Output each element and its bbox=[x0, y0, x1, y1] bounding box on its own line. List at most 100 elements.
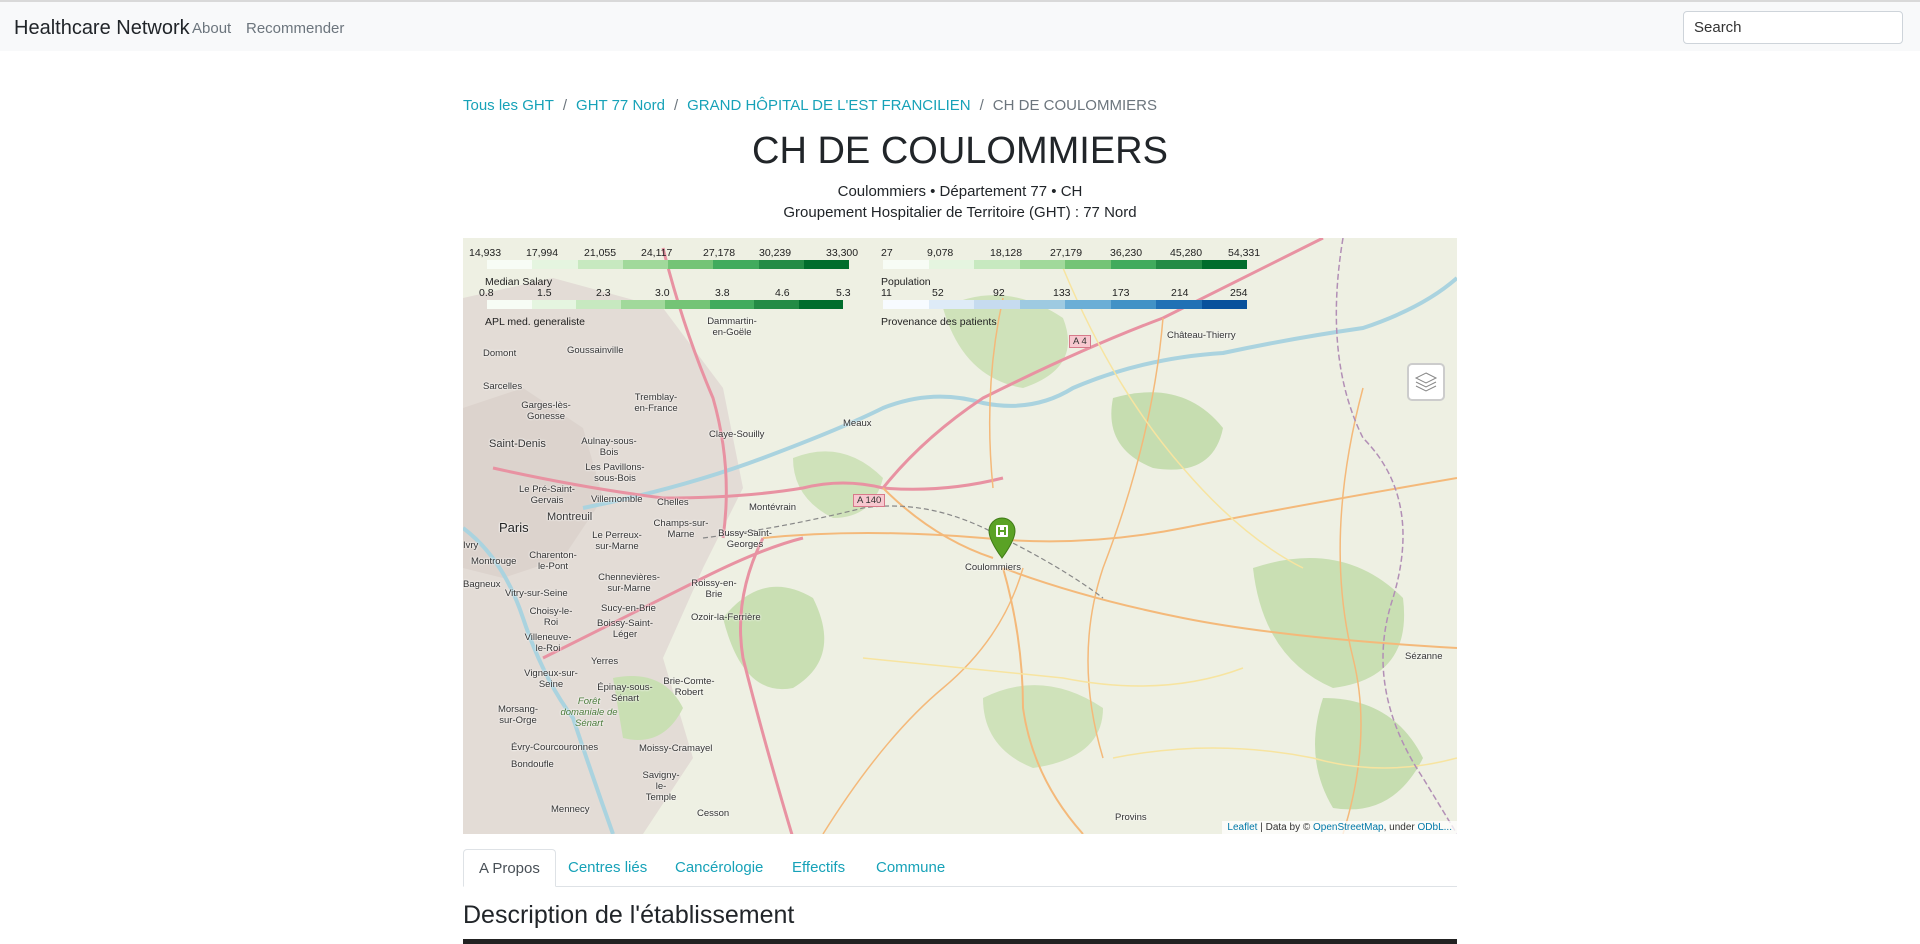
map-place-label: Villeneuve-le-Roi bbox=[524, 632, 572, 654]
map-place-label: Sarcelles bbox=[483, 381, 523, 392]
legend-title: APL med. generaliste bbox=[485, 316, 586, 328]
breadcrumb-separator: / bbox=[979, 97, 984, 114]
breadcrumb-link-group[interactable]: GRAND HÔPITAL DE L'EST FRANCILIEN bbox=[687, 97, 970, 114]
map-place-label: Morsang-sur-Orge bbox=[497, 704, 539, 726]
legend-apl: 0.8 1.5 2.3 3.0 3.8 4.6 5.3 APL med. gen… bbox=[479, 287, 859, 328]
map-place-label: Chelles bbox=[657, 497, 689, 508]
map-place-label: Les Pavillons-sous-Bois bbox=[585, 462, 645, 484]
breadcrumb: Tous les GHT / GHT 77 Nord / GRAND HÔPITAL D… bbox=[463, 97, 1157, 114]
attribution-text: | Data by © bbox=[1257, 822, 1313, 833]
legend-tick: 1.5 bbox=[537, 287, 552, 299]
road-shield: A 4 bbox=[1069, 335, 1091, 348]
tab-effectifs[interactable]: Effectifs bbox=[777, 849, 860, 886]
legend-tick: 14,933 bbox=[469, 247, 502, 259]
content-block bbox=[463, 939, 1457, 944]
legend-tick: 36,230 bbox=[1110, 247, 1143, 259]
legend-median-salary: 14,933 17,994 21,055 24,117 27,178 30,23… bbox=[469, 247, 858, 288]
map-place-label: Coulommiers bbox=[965, 562, 1021, 573]
map-place-label: Bagneux bbox=[463, 579, 501, 590]
legend-tick: 45,280 bbox=[1170, 247, 1203, 259]
odbl-link[interactable]: ODbL... bbox=[1418, 822, 1452, 833]
map-place-label: Claye-Souilly bbox=[709, 429, 765, 440]
nav-link-about[interactable]: About bbox=[192, 20, 231, 37]
legend-ticks: 0.8 1.5 2.3 3.0 3.8 4.6 5.3 bbox=[479, 287, 859, 299]
map-place-label: Ozoir-la-Ferrière bbox=[691, 612, 761, 623]
map-place-label: Savigny-le-Temple bbox=[642, 770, 680, 803]
hospital-marker-icon[interactable] bbox=[987, 517, 1017, 559]
legend-color-bar bbox=[487, 300, 843, 309]
breadcrumb-current: CH DE COULOMMIERS bbox=[992, 97, 1157, 114]
layers-control-button[interactable] bbox=[1407, 363, 1445, 401]
legend-ticks: 27 9,078 18,128 27,179 36,230 45,280 54,… bbox=[881, 247, 1261, 259]
search-input[interactable] bbox=[1683, 11, 1903, 44]
map-place-label: Château-Thierry bbox=[1167, 330, 1236, 341]
osm-link[interactable]: OpenStreetMap bbox=[1313, 822, 1384, 833]
legend-population: 27 9,078 18,128 27,179 36,230 45,280 54,… bbox=[881, 247, 1261, 288]
legend-ticks: 14,933 17,994 21,055 24,117 27,178 30,23… bbox=[469, 247, 858, 259]
tab-cancerologie[interactable]: Cancérologie bbox=[660, 849, 778, 886]
legend-ticks: 11 52 92 133 173 214 254 bbox=[881, 287, 1261, 299]
legend-tick: 254 bbox=[1230, 287, 1248, 299]
legend-tick: 173 bbox=[1112, 287, 1130, 299]
map-place-label: Évry-Courcouronnes bbox=[511, 742, 599, 753]
map-place-label: Montreuil bbox=[547, 511, 593, 523]
map-place-label: Bondoufle bbox=[511, 759, 554, 770]
map-place-label: Cesson bbox=[697, 808, 730, 819]
legend-tick: 24,117 bbox=[641, 247, 673, 259]
map-place-label: Choisy-le-Roi bbox=[529, 606, 573, 628]
map-place-label: Provins bbox=[1115, 812, 1147, 823]
navbar: Healthcare Network About Recommender bbox=[0, 2, 1920, 51]
map-place-label: Mennecy bbox=[551, 804, 590, 815]
breadcrumb-link-ght[interactable]: GHT 77 Nord bbox=[576, 97, 665, 114]
page-title: CH DE COULOMMIERS bbox=[752, 130, 1168, 172]
attribution-text: , under bbox=[1383, 822, 1418, 833]
map-place-label: Paris bbox=[499, 520, 529, 535]
map-place-label: Charenton-le-Pont bbox=[529, 550, 577, 572]
legend-color-bar bbox=[883, 260, 1247, 269]
map-place-label: Villemomble bbox=[591, 494, 643, 505]
section-title: Description de l'établissement bbox=[463, 901, 795, 929]
legend-provenance: 11 52 92 133 173 214 254 Provenance des … bbox=[881, 287, 1261, 328]
map-attribution: Leaflet | Data by © OpenStreetMap, under… bbox=[1222, 821, 1457, 834]
map-place-label: Yerres bbox=[591, 656, 619, 667]
map-place-label: Le Perreux-sur-Marne bbox=[592, 530, 642, 552]
breadcrumb-link-all-ght[interactable]: Tous les GHT bbox=[463, 97, 554, 114]
map-place-label: Sucy-en-Brie bbox=[601, 603, 656, 614]
legend-color-bar bbox=[883, 300, 1247, 309]
map-place-label: Dammartin-en-Goële bbox=[707, 316, 757, 338]
layers-icon bbox=[1414, 372, 1438, 392]
map-place-label: Goussainville bbox=[567, 345, 624, 356]
map-place-label: Roissy-en-Brie bbox=[691, 578, 737, 600]
map-place-label: Boissy-Saint-Léger bbox=[597, 618, 653, 640]
map-place-label: Montévrain bbox=[749, 502, 796, 513]
tab-a-propos[interactable]: A Propos bbox=[463, 849, 556, 887]
legend-title: Provenance des patients bbox=[881, 316, 997, 328]
brand-link[interactable]: Healthcare Network bbox=[14, 17, 190, 40]
map-place-label: Domont bbox=[483, 348, 517, 359]
map-place-label: Garges-lès-Gonesse bbox=[521, 400, 571, 422]
legend-tick: 5.3 bbox=[836, 287, 851, 299]
map-place-label: Saint-Denis bbox=[489, 438, 546, 450]
map-place-label: Ivry bbox=[463, 540, 479, 551]
tab-centres-lies[interactable]: Centres liés bbox=[553, 849, 662, 886]
legend-tick: 9,078 bbox=[927, 247, 954, 259]
leaflet-link[interactable]: Leaflet bbox=[1227, 822, 1257, 833]
legend-tick: 33,300 bbox=[826, 247, 859, 259]
legend-tick: 30,239 bbox=[759, 247, 792, 259]
road-shield: A 140 bbox=[853, 494, 886, 507]
map[interactable]: 14,933 17,994 21,055 24,117 27,178 30,23… bbox=[463, 238, 1457, 834]
breadcrumb-separator: / bbox=[562, 97, 568, 114]
tab-bar: A Propos Centres liés Cancérologie Effec… bbox=[463, 849, 1457, 887]
legend-tick: 27,178 bbox=[703, 247, 736, 259]
legend-tick: 11 bbox=[881, 287, 892, 299]
legend-tick: 4.6 bbox=[775, 287, 790, 299]
legend-tick: 2.3 bbox=[596, 287, 611, 299]
map-place-label: Sézanne bbox=[1405, 651, 1443, 662]
map-place-label: Bussy-Saint-Georges bbox=[718, 528, 772, 550]
page-subtitle-location: Coulommiers • Département 77 • CH bbox=[837, 183, 1083, 200]
tab-commune[interactable]: Commune bbox=[861, 849, 960, 886]
legend-tick: 214 bbox=[1171, 287, 1189, 299]
legend-color-bar bbox=[487, 260, 849, 269]
nav-link-recommender[interactable]: Recommender bbox=[246, 20, 344, 37]
legend-tick: 3.0 bbox=[655, 287, 670, 299]
